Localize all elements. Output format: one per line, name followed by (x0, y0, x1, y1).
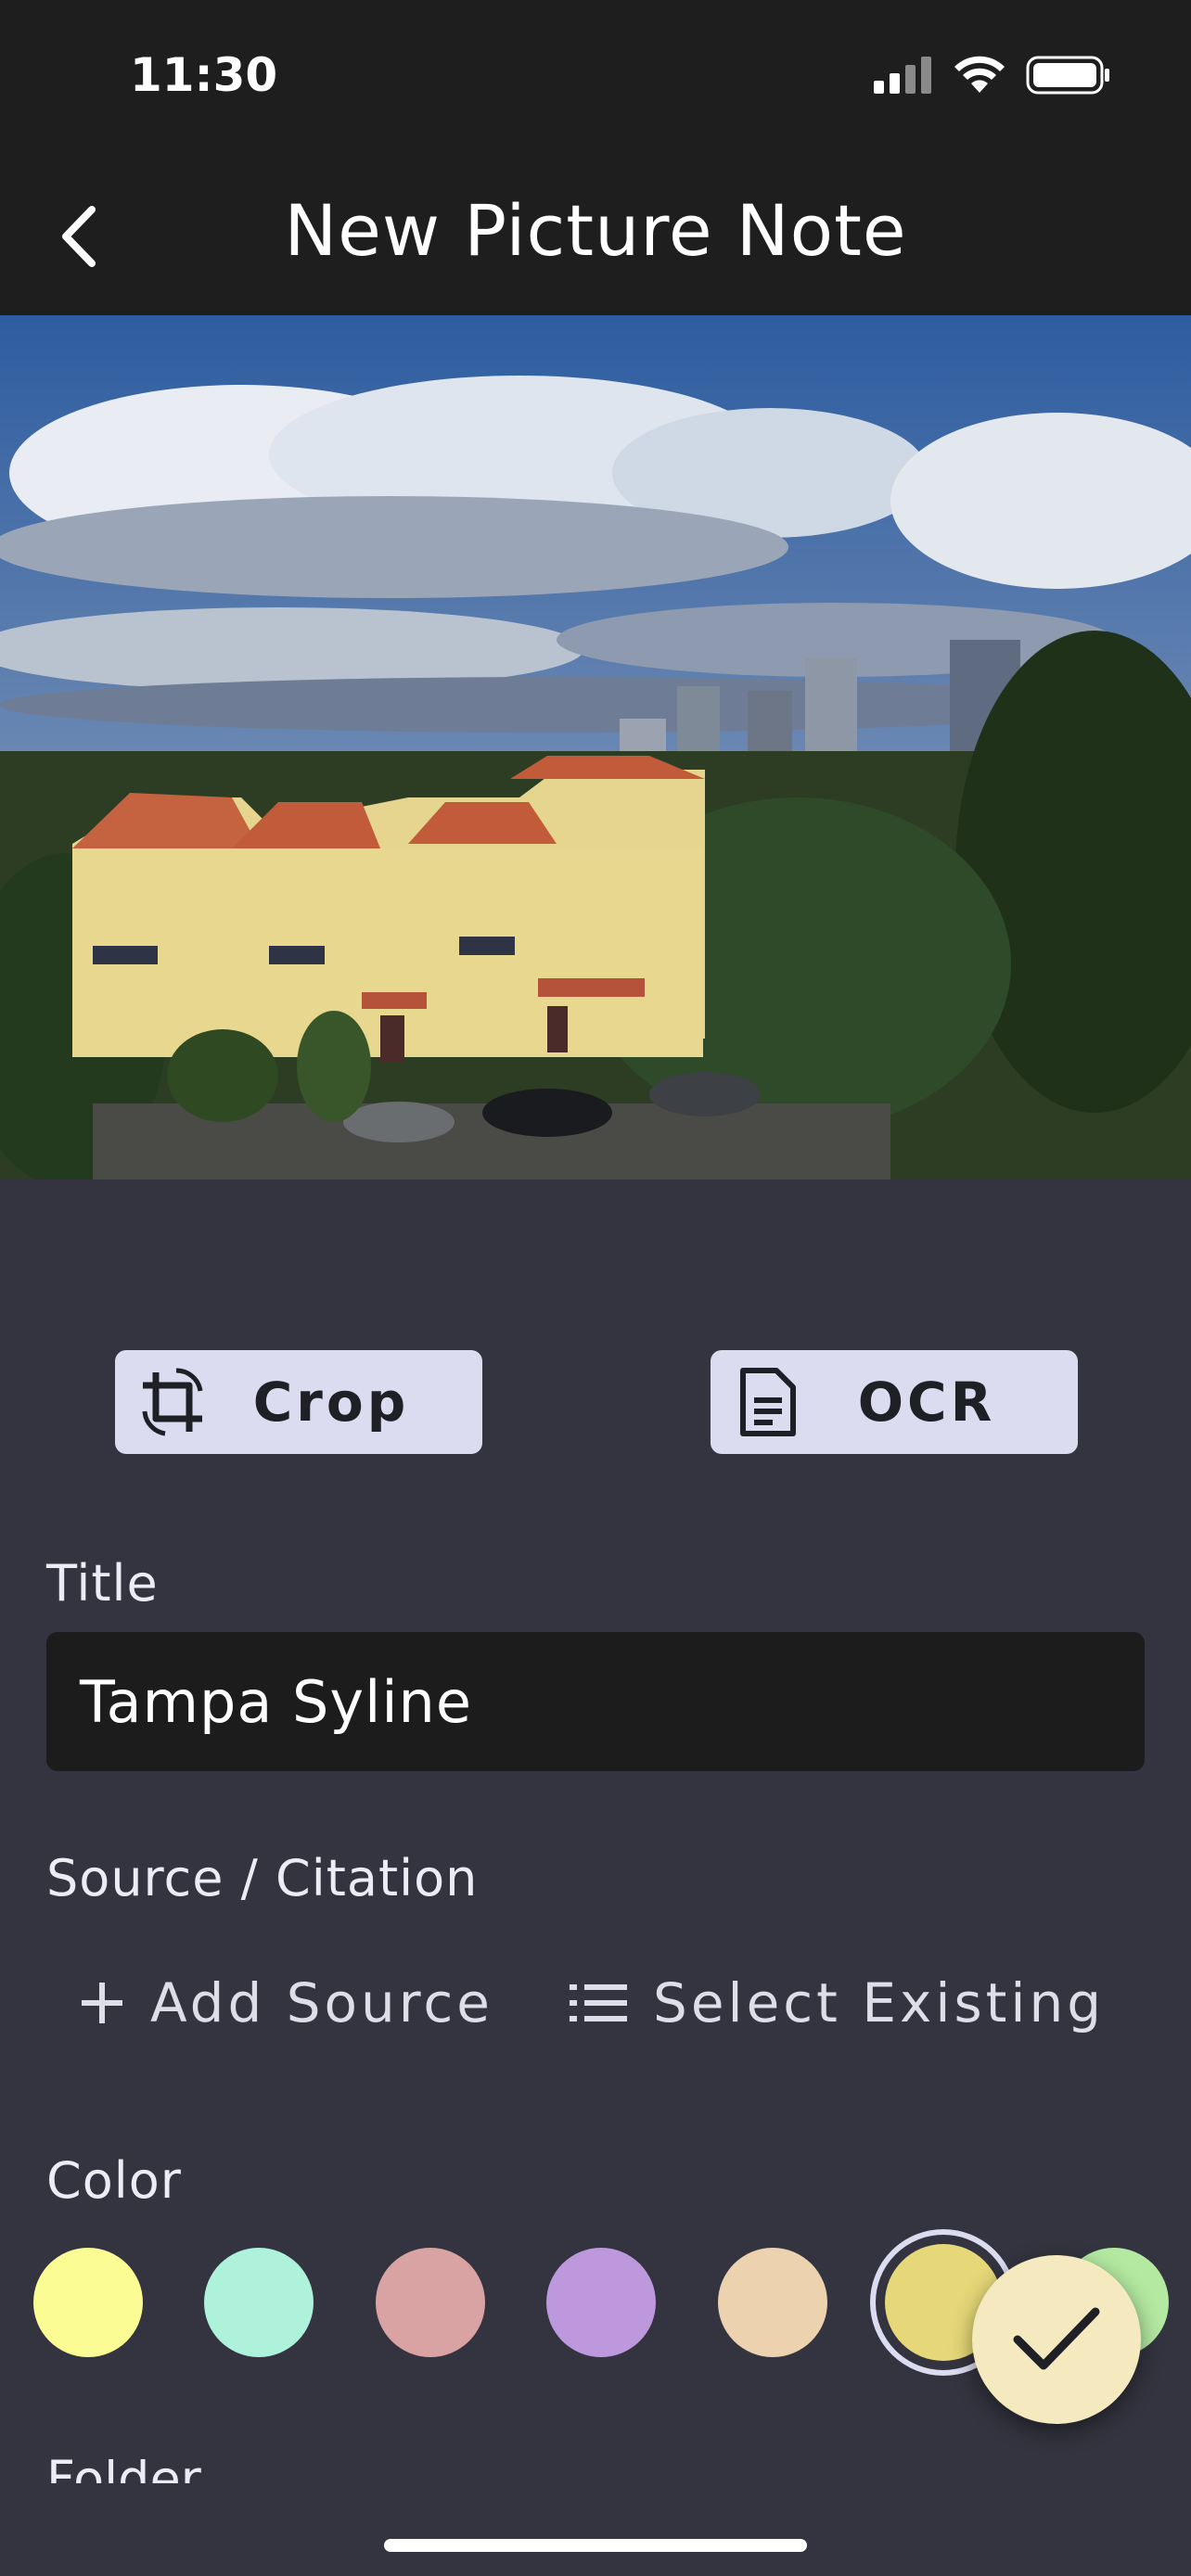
document-icon (724, 1367, 813, 1437)
title-field[interactable]: Tampa Syline (46, 1632, 1145, 1771)
status-time: 11:30 (130, 48, 278, 102)
signal-icon (874, 57, 931, 94)
app-bar: New Picture Note (0, 158, 1191, 315)
add-source-button[interactable]: Add Source (78, 1966, 493, 2040)
select-existing-button[interactable]: Select Existing (570, 1966, 1105, 2040)
photo-image (0, 315, 1191, 1180)
home-indicator (384, 2539, 807, 2552)
note-photo[interactable] (0, 315, 1191, 1180)
select-existing-label: Select Existing (653, 1971, 1106, 2034)
ocr-button[interactable]: OCR (711, 1350, 1078, 1454)
color-swatch-purple[interactable] (546, 2248, 656, 2357)
page-title: New Picture Note (284, 189, 907, 272)
color-swatch-rose[interactable] (376, 2248, 485, 2357)
color-swatch-mint[interactable] (204, 2248, 314, 2357)
color-swatch-peach[interactable] (718, 2248, 827, 2357)
list-icon (570, 1984, 627, 2021)
ocr-label: OCR (857, 1371, 996, 1434)
status-icons (874, 56, 1111, 95)
battery-icon (1026, 56, 1109, 95)
title-label: Title (46, 1554, 159, 1613)
add-source-label: Add Source (150, 1971, 493, 2034)
color-swatch-yellow[interactable] (33, 2248, 143, 2357)
crop-icon (128, 1365, 217, 1439)
folder-label: Folder (46, 2459, 201, 2483)
folder-label-clipped: Folder (46, 2459, 325, 2483)
title-value: Tampa Syline (80, 1667, 472, 1736)
source-label: Source / Citation (46, 1849, 479, 1907)
crop-label: Crop (252, 1371, 410, 1434)
status-bar: 11:30 (0, 0, 1191, 158)
wifi-icon (954, 56, 1005, 93)
checkmark-icon (1013, 2307, 1100, 2370)
color-label: Color (46, 2151, 182, 2210)
plus-icon (82, 1983, 122, 2023)
save-fab[interactable] (972, 2255, 1141, 2424)
crop-button[interactable]: Crop (115, 1350, 482, 1454)
